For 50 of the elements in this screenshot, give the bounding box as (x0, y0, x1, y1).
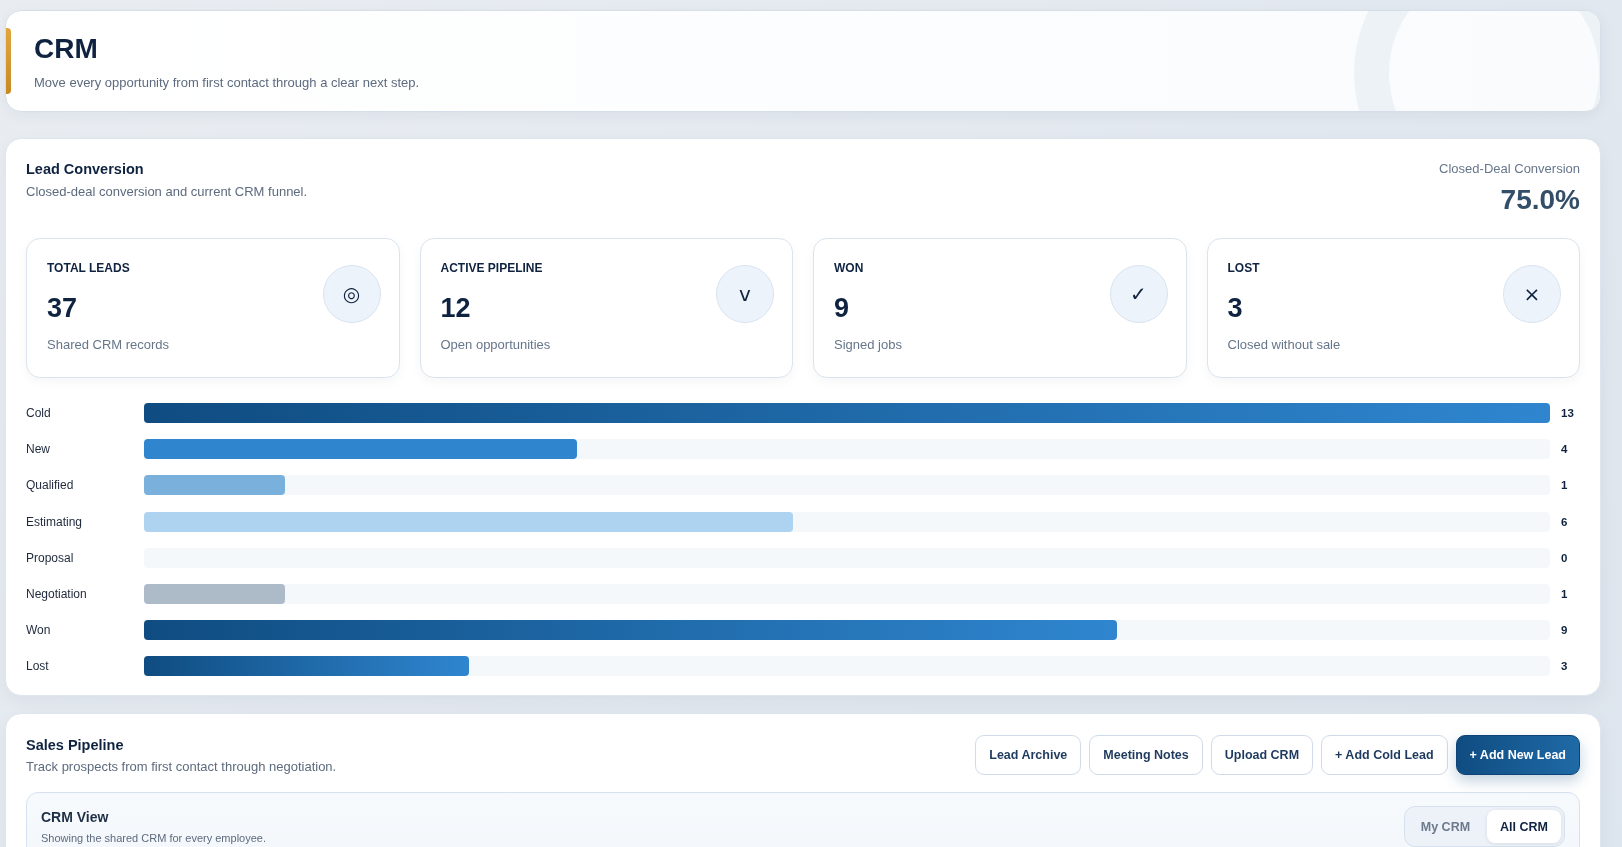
stage-count: 13 (1561, 406, 1574, 421)
stage-count: 1 (1561, 586, 1568, 602)
kpi-label: ACTIVE PIPELINE (440, 261, 543, 276)
check-icon: ✓ (1109, 265, 1168, 323)
add-lead-button[interactable]: + Add New Lead (1455, 735, 1580, 776)
metric-label: Closed-Deal Conversion (1439, 160, 1580, 178)
stage-label: Lost (26, 658, 49, 675)
kpi-caption: Open opportunities (440, 336, 551, 354)
kpi-value: 37 (47, 292, 78, 324)
panel-title: CRM View (41, 808, 109, 827)
accent-stripe (6, 28, 11, 94)
kpi-caption: Signed jobs (834, 336, 902, 354)
kpi-value: 12 (440, 292, 471, 324)
stage-label: Estimating (26, 513, 83, 530)
toolbar-button[interactable]: + Add Cold Lead (1321, 735, 1448, 776)
page-subtitle: Move every opportunity from first contact through a clear next step. (34, 74, 421, 92)
bullseye-icon: ◎ (322, 265, 381, 323)
metric-value: 75.0% (1500, 183, 1580, 217)
toolbar-button[interactable]: Lead Archive (975, 735, 1082, 776)
section-subtitle: Closed-deal conversion and current CRM funnel. (26, 183, 308, 201)
stage-count: 6 (1561, 514, 1568, 530)
stage-count: 4 (1561, 442, 1568, 458)
kpi-caption: Shared CRM records (47, 336, 170, 354)
stage-label: Negotiation (26, 585, 87, 602)
close-icon: × (1503, 265, 1561, 323)
stage-count: 9 (1561, 623, 1568, 639)
section-title: Sales Pipeline (26, 736, 125, 756)
stage-label: Won (26, 622, 51, 639)
chevron-down-icon: v (716, 265, 774, 323)
stage-count: 1 (1561, 478, 1568, 494)
stage-label: Proposal (26, 549, 74, 566)
toolbar-button[interactable]: Meeting Notes (1089, 735, 1203, 776)
view-option[interactable]: All CRM (1487, 810, 1561, 844)
toolbar-button[interactable]: Upload CRM (1210, 735, 1314, 776)
kpi-caption: Closed without sale (1227, 336, 1341, 354)
view-option[interactable]: My CRM (1407, 810, 1484, 844)
kpi-value: 9 (834, 292, 850, 324)
stage-label: Qualified (26, 477, 74, 494)
kpi-label: LOST (1227, 261, 1260, 276)
stage-count: 0 (1561, 550, 1568, 566)
section-title: Lead Conversion (26, 160, 145, 179)
stage-count: 3 (1561, 659, 1568, 675)
page-title: CRM (34, 32, 99, 66)
panel-subtitle: Showing the shared CRM for every employee. (41, 831, 266, 847)
stage-label: New (26, 441, 50, 458)
kpi-value: 3 (1227, 292, 1243, 324)
kpi-label: WON (834, 261, 864, 276)
section-subtitle: Track prospects from first contact through negotiation. (26, 758, 337, 777)
stage-label: Cold (26, 405, 51, 421)
kpi-label: TOTAL LEADS (47, 261, 130, 276)
